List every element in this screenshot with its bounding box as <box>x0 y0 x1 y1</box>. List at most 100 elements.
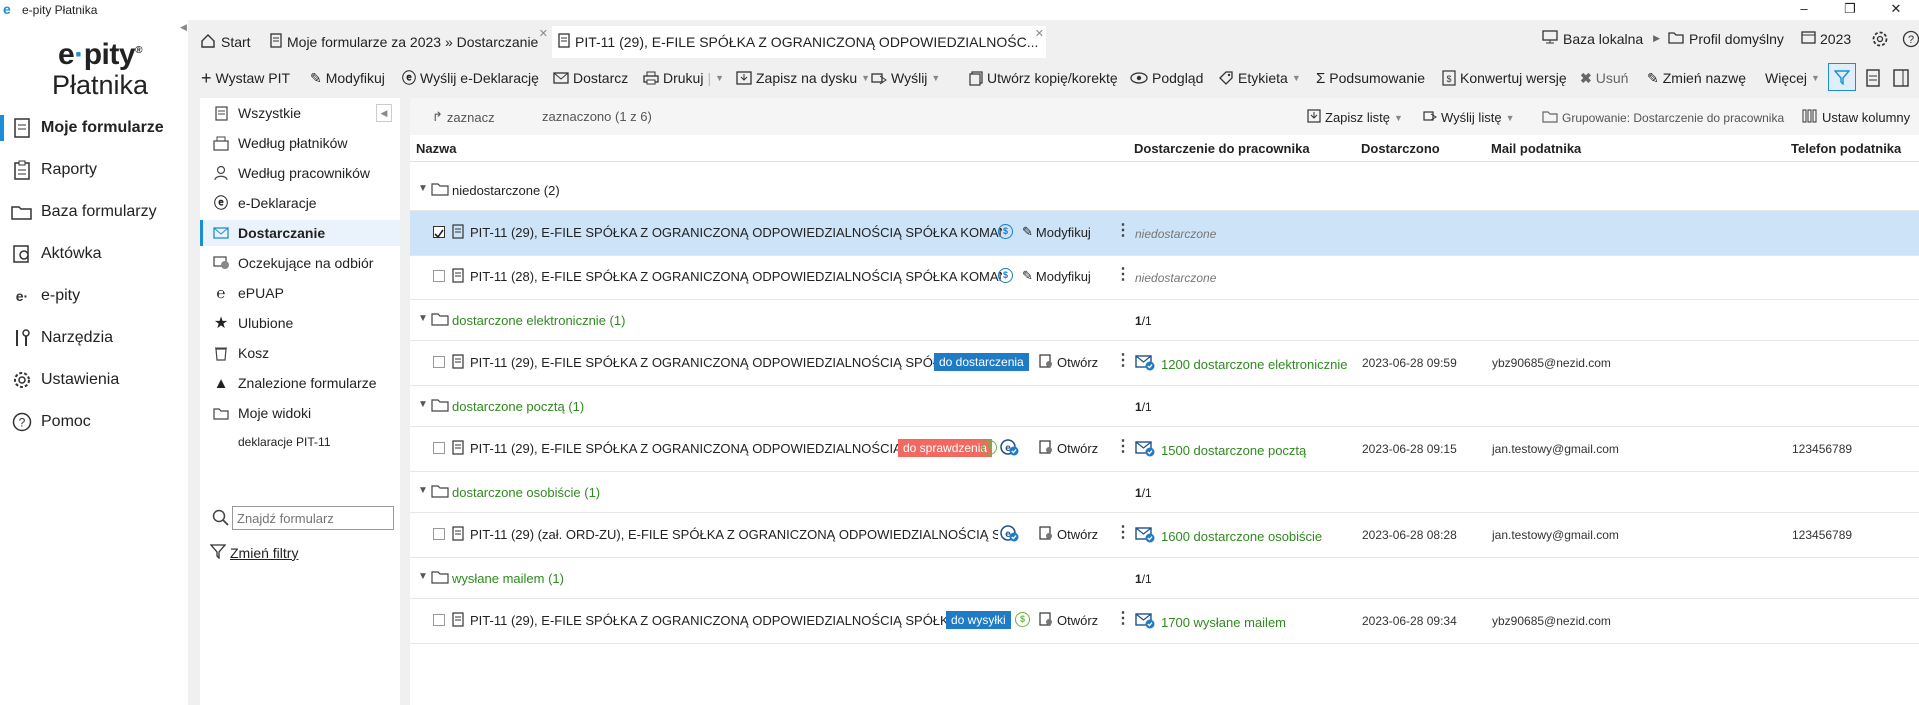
group-niedostarczone[interactable]: ▼ niedostarczone (2) <box>410 170 1919 211</box>
more-vert-icon[interactable]: ⋮ <box>1115 267 1131 283</box>
wiecej-button[interactable]: Więcej ▼ <box>1765 66 1820 90</box>
otworz-link[interactable]: Otwórz <box>1039 440 1098 457</box>
table-row[interactable]: PIT-11 (29), E-FILE SPÓŁKA Z OGRANICZONĄ… <box>410 599 1919 644</box>
collapse-arrow-icon[interactable]: ▼ <box>418 313 428 324</box>
zapisz-na-dysku-button[interactable]: Zapisz na dysku ▼ <box>736 66 870 90</box>
dropdown-arrow-icon[interactable]: ▼ <box>861 73 870 83</box>
group-dostarczone-elektronicznie[interactable]: ▼ dostarczone elektronicznie (1) 1/1 <box>410 300 1919 341</box>
db-selector[interactable]: Baza lokalna ▶ <box>1542 30 1660 47</box>
modyfikuj-link[interactable]: ✎ Modyfikuj <box>1022 268 1091 284</box>
nav-narzedzia[interactable]: Narzędzia <box>0 320 188 356</box>
col-telefon[interactable]: Telefon podatnika <box>1791 141 1901 156</box>
table-row[interactable]: PIT-11 (29), E-FILE SPÓŁKA Z OGRANICZONĄ… <box>410 341 1919 386</box>
grupowanie-button[interactable]: Grupowanie: Dostarczenie do pracownika <box>1542 109 1784 126</box>
more-vert-icon[interactable]: ⋮ <box>1115 611 1131 627</box>
utworz-kopie-button[interactable]: Utwórz kopię/korektę <box>969 66 1118 90</box>
collapse-arrow-icon[interactable]: ▼ <box>418 399 428 410</box>
zaznacz-button[interactable]: ↱ zaznacz <box>432 109 495 125</box>
otworz-link[interactable]: Otwórz <box>1039 354 1098 371</box>
view-epuap[interactable]: ℮ ePUAP <box>200 280 400 306</box>
view-wszystkie[interactable]: Wszystkie <box>200 100 400 126</box>
view-oczekujace[interactable]: Oczekujące na odbiór <box>200 250 400 276</box>
col-nazwa[interactable]: Nazwa <box>416 141 456 156</box>
row-checkbox[interactable] <box>433 528 445 540</box>
group-dostarczone-poczta[interactable]: ▼ dostarczone pocztą (1) 1/1 <box>410 386 1919 427</box>
dropdown-arrow-icon[interactable]: ▼ <box>715 73 724 83</box>
restore-icon[interactable]: ❐ <box>1827 0 1873 20</box>
table-row[interactable]: PIT-11 (29), E-FILE SPÓŁKA Z OGRANICZONĄ… <box>410 427 1919 472</box>
year-selector[interactable]: 2023 <box>1801 30 1851 47</box>
modyfikuj-button[interactable]: ✎ Modyfikuj <box>310 66 385 90</box>
row-checkbox[interactable] <box>433 270 445 282</box>
nav-aktowka[interactable]: Aktówka <box>0 236 188 272</box>
modyfikuj-link[interactable]: ✎ Modyfikuj <box>1022 224 1091 240</box>
table-row[interactable]: PIT-11 (29), E-FILE SPÓŁKA Z OGRANICZONĄ… <box>410 211 1919 256</box>
list-view-icon[interactable] <box>1866 66 1880 90</box>
help-icon[interactable]: ? <box>1902 30 1919 48</box>
row-checkbox[interactable] <box>433 356 445 368</box>
group-wyslane-mailem[interactable]: ▼ wysłane mailem (1) 1/1 <box>410 558 1919 599</box>
zmien-nazwe-button[interactable]: ✎ Zmień nazwę <box>1647 66 1746 90</box>
nav-pomoc[interactable]: ? Pomoc <box>0 404 188 440</box>
zapisz-liste-button[interactable]: Zapisz listę ▼ <box>1307 109 1403 126</box>
dostarcz-button[interactable]: Dostarcz <box>553 66 628 90</box>
dropdown-arrow-icon[interactable]: ▼ <box>931 73 940 83</box>
collapse-arrow-icon[interactable]: ▼ <box>418 183 428 194</box>
view-moje-widoki[interactable]: Moje widoki <box>200 400 400 426</box>
filter-icon[interactable] <box>1828 63 1856 91</box>
view-dostarczanie[interactable]: Dostarczanie <box>200 220 400 246</box>
more-vert-icon[interactable]: ⋮ <box>1115 439 1131 455</box>
ustaw-kolumny-button[interactable]: Ustaw kolumny <box>1802 109 1910 126</box>
nav-raporty[interactable]: Raporty <box>0 152 188 188</box>
more-vert-icon[interactable]: ⋮ <box>1115 353 1131 369</box>
profile-selector[interactable]: Profil domyślny <box>1668 30 1784 47</box>
table-row[interactable]: PIT-11 (29) (zał. ORD-ZU), E-FILE SPÓŁKA… <box>410 513 1919 558</box>
search-input[interactable] <box>232 506 394 530</box>
view-e-deklaracje[interactable]: ⓔ e-Deklaracje <box>200 190 400 216</box>
group-dostarczone-osobiscie[interactable]: ▼ dostarczone osobiście (1) 1/1 <box>410 472 1919 513</box>
close-tab-icon[interactable]: ✕ <box>1035 27 1044 40</box>
view-wedlug-pracownikow[interactable]: Według pracowników <box>200 160 400 186</box>
row-checkbox[interactable] <box>433 442 445 454</box>
podglad-button[interactable]: Podgląd <box>1130 66 1203 90</box>
drukuj-button[interactable]: Drukuj | ▼ <box>643 66 724 90</box>
panel-toggle-icon[interactable] <box>1893 66 1909 90</box>
view-ulubione[interactable]: ★ Ulubione <box>200 310 400 336</box>
etykieta-button[interactable]: Etykieta ▼ <box>1218 66 1301 90</box>
collapse-arrow-icon[interactable]: ▼ <box>418 485 428 496</box>
otworz-link[interactable]: Otwórz <box>1039 526 1098 543</box>
nav-ustawienia[interactable]: Ustawienia <box>0 362 188 398</box>
nav-baza-formularzy[interactable]: Baza formularzy <box>0 194 188 230</box>
podsumowanie-button[interactable]: Σ Podsumowanie <box>1316 66 1425 90</box>
view-deklaracje-pit11[interactable]: deklaracje PIT-11 <box>200 429 400 455</box>
nav-e-pity[interactable]: e· e-pity <box>0 278 188 314</box>
row-checkbox[interactable] <box>433 226 445 239</box>
view-kosz[interactable]: Kosz <box>200 340 400 366</box>
view-znalezione[interactable]: ▲ Znalezione formularze <box>200 370 400 396</box>
more-vert-icon[interactable]: ⋮ <box>1115 525 1131 541</box>
wystaw-pit-button[interactable]: + Wystaw PIT <box>201 66 290 90</box>
view-wedlug-platnikow[interactable]: Według płatników <box>200 130 400 156</box>
wyslij-button[interactable]: Wyślij ▼ <box>871 66 940 90</box>
col-mail[interactable]: Mail podatnika <box>1491 141 1581 156</box>
zmien-filtry-link[interactable]: Zmień filtry <box>209 543 298 562</box>
row-checkbox[interactable] <box>433 614 445 626</box>
tab-pit-11[interactable]: PIT-11 (29), E-FILE SPÓŁKA Z OGRANICZONĄ… <box>552 26 1046 58</box>
collapse-arrow-icon[interactable]: ▼ <box>418 571 428 582</box>
wyslij-edeklaracje-button[interactable]: ⓔ Wyślij e-Deklarację <box>402 66 539 90</box>
close-icon[interactable]: ✕ <box>1873 0 1919 20</box>
close-tab-icon[interactable]: ✕ <box>539 27 548 40</box>
tab-moje-formularze[interactable]: Moje formularze za 2023 » Dostarczanie ✕ <box>264 26 550 58</box>
col-dostarczenie[interactable]: Dostarczenie do pracownika <box>1134 141 1310 156</box>
minimize-icon[interactable]: – <box>1781 0 1827 20</box>
wyslij-liste-button[interactable]: Wyślij listę ▼ <box>1423 109 1514 126</box>
tab-start[interactable]: Start <box>194 26 262 58</box>
col-dostarczono[interactable]: Dostarczono <box>1361 141 1440 156</box>
dropdown-arrow-icon[interactable]: ▼ <box>1292 73 1301 83</box>
tabs-collapse-icon[interactable]: ◀ <box>180 22 187 33</box>
nav-moje-formularze[interactable]: Moje formularze <box>0 110 188 146</box>
table-row[interactable]: PIT-11 (28), E-FILE SPÓŁKA Z OGRANICZONĄ… <box>410 255 1919 300</box>
otworz-link[interactable]: Otwórz <box>1039 612 1098 629</box>
settings-gear-icon[interactable] <box>1871 30 1889 48</box>
konwertuj-wersje-button[interactable]: $ Konwertuj wersję <box>1442 66 1567 90</box>
